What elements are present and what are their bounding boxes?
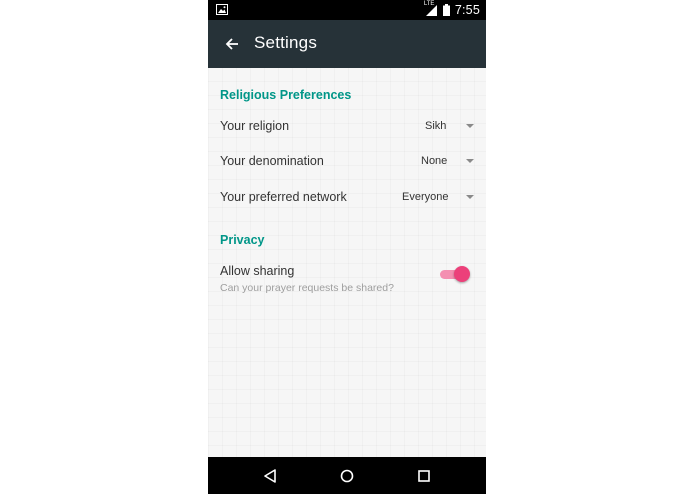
denomination-value: None bbox=[421, 155, 448, 167]
square-recents-icon bbox=[418, 470, 430, 482]
nav-back-button[interactable] bbox=[259, 465, 281, 487]
chevron-down-icon bbox=[466, 195, 474, 199]
app-bar: Settings bbox=[208, 20, 486, 68]
section-header-privacy: Privacy bbox=[220, 233, 265, 247]
image-notification-icon bbox=[216, 4, 228, 15]
network-value: Everyone bbox=[402, 191, 449, 203]
chevron-down-icon bbox=[466, 159, 474, 163]
denomination-label: Your denomination bbox=[220, 154, 324, 168]
religion-dropdown[interactable]: Your religion Sikh bbox=[208, 112, 486, 142]
nav-home-button[interactable] bbox=[336, 465, 358, 487]
back-button[interactable] bbox=[220, 32, 244, 56]
triangle-back-icon bbox=[264, 469, 276, 483]
allow-sharing-toggle[interactable] bbox=[440, 266, 470, 282]
battery-icon bbox=[442, 4, 450, 16]
denomination-dropdown[interactable]: Your denomination None bbox=[208, 147, 486, 177]
phone-screen: LTE 7:55 Settings Religious Preferences bbox=[208, 0, 486, 494]
status-time: 7:55 bbox=[454, 3, 480, 17]
religion-value: Sikh bbox=[425, 120, 447, 132]
nav-recents-button[interactable] bbox=[413, 465, 435, 487]
allow-sharing-row[interactable]: Allow sharing Can your prayer requests b… bbox=[208, 262, 486, 298]
arrow-left-icon bbox=[225, 38, 238, 50]
allow-sharing-subtitle: Can your prayer requests be shared? bbox=[220, 282, 394, 294]
network-dropdown[interactable]: Your preferred network Everyone bbox=[208, 183, 486, 213]
signal-icon: LTE bbox=[424, 1, 438, 16]
page-title: Settings bbox=[254, 33, 318, 52]
navigation-bar bbox=[208, 457, 486, 494]
section-header-religious: Religious Preferences bbox=[220, 88, 352, 102]
religion-label: Your religion bbox=[220, 119, 290, 133]
status-bar: LTE 7:55 bbox=[208, 0, 486, 20]
status-icons: LTE 7:55 bbox=[424, 0, 480, 20]
network-label: Your preferred network bbox=[220, 190, 347, 204]
toggle-thumb bbox=[454, 266, 470, 282]
allow-sharing-title: Allow sharing bbox=[220, 264, 295, 278]
circle-home-icon bbox=[340, 469, 354, 483]
chevron-down-icon bbox=[466, 124, 474, 128]
